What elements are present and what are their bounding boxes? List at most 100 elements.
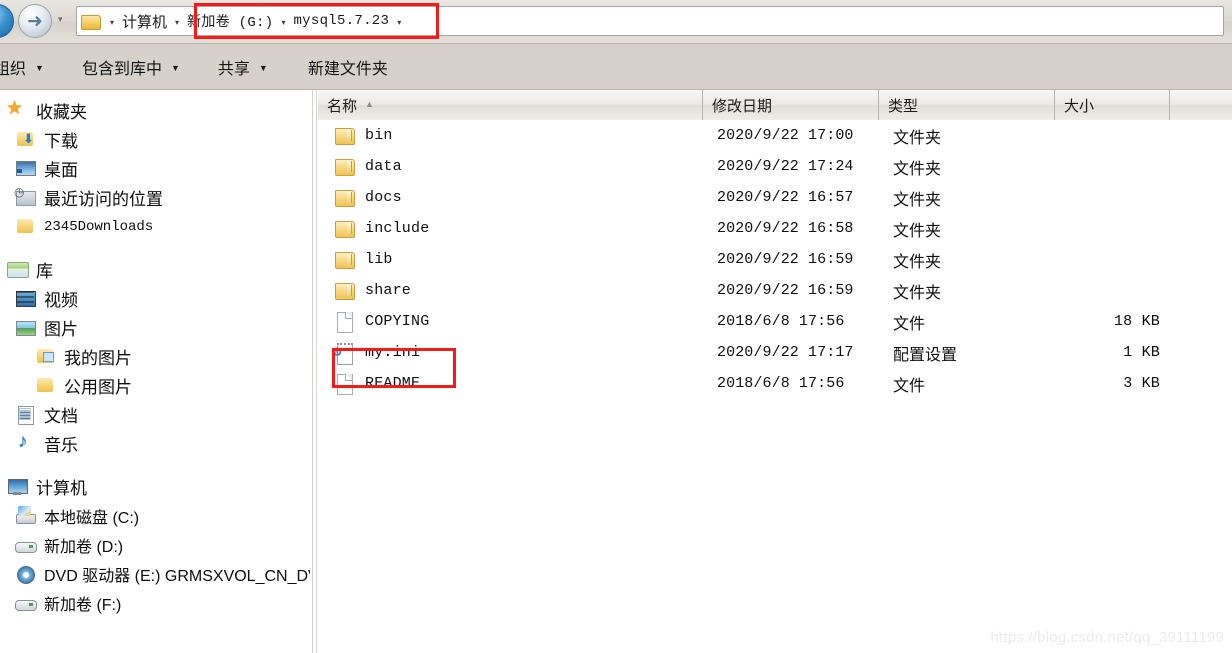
pane-divider-shadow <box>316 90 317 653</box>
new-folder-label: 新建文件夹 <box>307 60 388 78</box>
pane-divider[interactable] <box>312 90 313 653</box>
music-icon <box>14 431 36 454</box>
sidebar-item-my-pictures[interactable]: 我的图片 <box>0 342 310 371</box>
folder-picture-icon <box>34 347 56 367</box>
new-folder-button[interactable]: 新建文件夹 <box>300 51 396 83</box>
file-type: 文件夹 <box>893 284 942 302</box>
table-row[interactable]: docs 2020/9/22 16:57 文件夹 <box>318 182 1232 213</box>
file-name-cell: data <box>318 156 703 178</box>
file-date: 2020/9/22 17:00 <box>717 127 854 144</box>
file-type: 文件夹 <box>893 253 942 271</box>
sidebar-item-label: 文档 <box>44 407 78 426</box>
table-row[interactable]: lib 2020/9/22 16:59 文件夹 <box>318 244 1232 275</box>
file-name-cell: bin <box>318 125 703 147</box>
column-header-label: 大小 <box>1064 97 1095 115</box>
sidebar-group-label: 库 <box>36 262 53 281</box>
sidebar-group-computer[interactable]: 计算机 <box>0 472 310 501</box>
include-in-library-button[interactable]: 包含到库中 ▼ <box>74 51 188 83</box>
file-date: 2020/9/22 17:24 <box>717 158 854 175</box>
forward-arrow-icon[interactable]: ➜ <box>18 4 52 38</box>
column-header-name[interactable]: 名称 ▲ <box>318 90 703 120</box>
sidebar-item-label: 音乐 <box>44 436 78 455</box>
table-row[interactable]: COPYING 2018/6/8 17:56 文件 18 KB <box>318 306 1232 337</box>
sidebar-item-music[interactable]: 音乐 <box>0 429 310 458</box>
file-name-cell: lib <box>318 249 703 271</box>
breadcrumb-segment-drive[interactable]: 新加卷 (G:) <box>186 11 274 31</box>
table-row[interactable]: bin 2020/9/22 17:00 文件夹 <box>318 120 1232 151</box>
sidebar-item-label: DVD 驱动器 (E:) GRMSXVOL_CN_DVD <box>44 567 310 585</box>
sidebar-item-label: 新加卷 (F:) <box>44 596 122 614</box>
table-row[interactable]: README 2018/6/8 17:56 文件 3 KB <box>318 368 1232 399</box>
navigation-pane[interactable]: 收藏夹 下载 桌面 最近访问的位置 2345Downloads 库 视频 <box>0 90 310 653</box>
sidebar-item-recent-places[interactable]: 最近访问的位置 <box>0 183 310 212</box>
column-header-label: 名称 <box>327 97 358 115</box>
share-button[interactable]: 共享 ▼ <box>210 51 276 83</box>
breadcrumb-caret-3[interactable]: ▾ <box>390 18 408 27</box>
sidebar-item-2345downloads[interactable]: 2345Downloads <box>0 212 310 241</box>
breadcrumb[interactable]: ▾ 计算机 ▾ 新加卷 (G:) ▾ mysql5.7.23 ▾ <box>76 6 1224 36</box>
back-arrow-icon[interactable] <box>0 4 14 38</box>
table-row[interactable]: share 2020/9/22 16:59 文件夹 <box>318 275 1232 306</box>
file-icon <box>334 311 354 333</box>
file-name-cell: share <box>318 280 703 302</box>
sidebar-item-drive-c[interactable]: 本地磁盘 (C:) <box>0 501 310 530</box>
sidebar-item-label: 我的图片 <box>64 349 132 368</box>
sidebar-item-desktop[interactable]: 桌面 <box>0 154 310 183</box>
folder-icon <box>81 13 101 30</box>
dvd-drive-icon <box>14 564 36 584</box>
breadcrumb-caret-1[interactable]: ▾ <box>168 18 186 27</box>
sidebar-group-libraries[interactable]: 库 <box>0 255 310 284</box>
breadcrumb-caret-2[interactable]: ▾ <box>274 18 292 27</box>
sidebar-item-drive-d[interactable]: 新加卷 (D:) <box>0 530 310 559</box>
sidebar-item-dvd-drive-e[interactable]: DVD 驱动器 (E:) GRMSXVOL_CN_DVD <box>0 559 310 588</box>
forward-arrow-glyph: ➜ <box>27 10 43 32</box>
folder-icon <box>334 218 355 240</box>
sidebar-item-documents[interactable]: 文档 <box>0 400 310 429</box>
file-date: 2020/9/22 16:59 <box>717 251 854 268</box>
sidebar-item-public-pictures[interactable]: 公用图片 <box>0 371 310 400</box>
sidebar-item-pictures[interactable]: 图片 <box>0 313 310 342</box>
include-label: 包含到库中 <box>81 60 162 78</box>
document-icon <box>14 405 36 425</box>
file-name-cell: COPYING <box>318 311 703 333</box>
table-row[interactable]: data 2020/9/22 17:24 文件夹 <box>318 151 1232 182</box>
ini-config-icon <box>333 342 354 365</box>
file-type: 文件夹 <box>893 191 942 209</box>
file-name: my.ini <box>365 344 421 361</box>
table-row[interactable]: my.ini 2020/9/22 17:17 配置设置 1 KB <box>318 337 1232 368</box>
organize-button[interactable]: 组织 ▼ <box>0 51 52 83</box>
file-rows: bin 2020/9/22 17:00 文件夹 data 2020/9/22 1… <box>318 120 1232 399</box>
column-header-label: 修改日期 <box>712 97 773 115</box>
file-icon <box>334 373 354 395</box>
sidebar-item-label: 下载 <box>44 132 78 151</box>
sidebar-item-label: 本地磁盘 (C:) <box>44 509 140 527</box>
folder-icon <box>334 187 355 209</box>
organize-label: 组织 <box>0 60 27 78</box>
video-icon <box>14 289 36 309</box>
recent-pages-dropdown[interactable]: ▾ <box>58 14 63 25</box>
file-date: 2020/9/22 16:57 <box>717 189 854 206</box>
star-icon <box>6 97 28 121</box>
file-date: 2020/9/22 16:58 <box>717 220 854 237</box>
sidebar-item-drive-f[interactable]: 新加卷 (F:) <box>0 588 310 617</box>
sidebar-item-downloads[interactable]: 下载 <box>0 125 310 154</box>
file-date: 2020/9/22 17:17 <box>717 344 854 361</box>
file-name: include <box>365 220 430 237</box>
column-header-date-modified[interactable]: 修改日期 <box>703 90 879 120</box>
column-header-type[interactable]: 类型 <box>879 90 1055 120</box>
sidebar-item-videos[interactable]: 视频 <box>0 284 310 313</box>
sidebar-group-favorites[interactable]: 收藏夹 <box>0 96 310 125</box>
breadcrumb-segment-folder[interactable]: mysql5.7.23 <box>292 13 390 29</box>
breadcrumb-segment-computer[interactable]: 计算机 <box>121 11 168 32</box>
file-name-cell: README <box>318 373 703 395</box>
breadcrumb-caret-0[interactable]: ▾ <box>103 18 121 27</box>
watermark: https://blog.csdn.net/qq_39111199 <box>990 629 1224 646</box>
folder-icon <box>334 125 355 147</box>
file-size: 1 KB <box>1123 344 1160 361</box>
column-header-size[interactable]: 大小 <box>1055 90 1170 120</box>
sidebar-item-label: 视频 <box>44 291 78 310</box>
sidebar-item-label: 图片 <box>44 320 78 339</box>
sidebar-item-label: 桌面 <box>44 161 78 180</box>
column-header-spacer[interactable] <box>1170 90 1232 120</box>
table-row[interactable]: include 2020/9/22 16:58 文件夹 <box>318 213 1232 244</box>
